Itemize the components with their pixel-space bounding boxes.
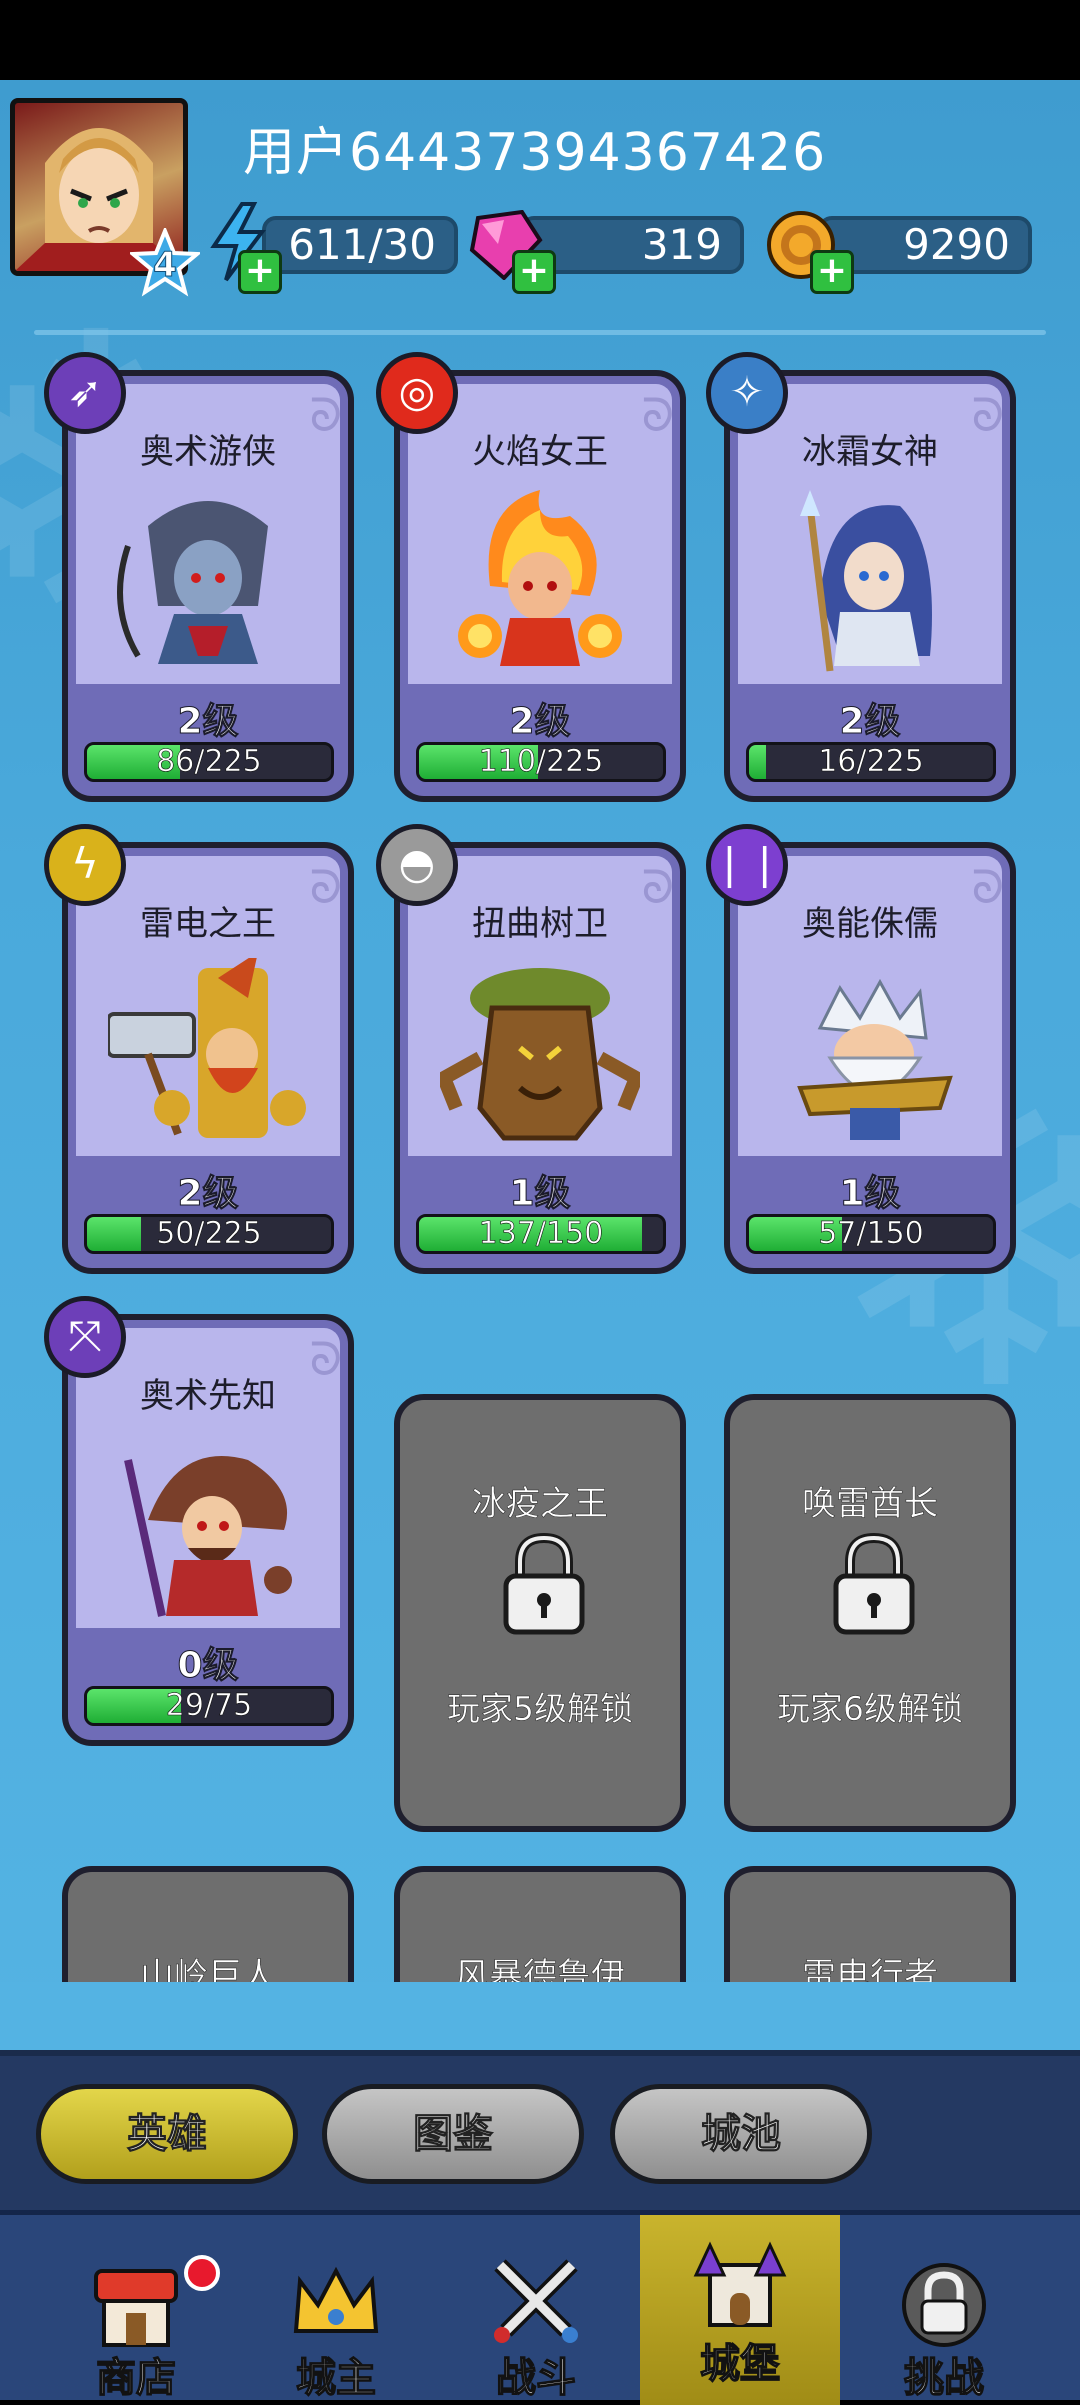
hero-xp-bar: 110/225 — [416, 742, 666, 782]
lock-icon — [503, 1532, 585, 1635]
hero-level: 2级 — [509, 701, 571, 743]
ranger-hero-icon — [117, 501, 268, 664]
locked-hero-name: 唤雷酋长 — [802, 1484, 939, 1525]
locked-challenge-icon — [902, 2263, 986, 2347]
arrow-class-icon: ➶ — [44, 352, 126, 434]
add-gold-button[interactable]: + — [810, 250, 854, 294]
locked-hero-card[interactable]: 冰疫之王 玩家5级解锁 — [394, 1394, 686, 1832]
tab-codex[interactable]: 图鉴 — [322, 2084, 584, 2184]
nav-shop-label: 商店 — [95, 2354, 176, 2401]
add-gem-button[interactable]: + — [512, 250, 556, 294]
unlock-requirement: 玩家6级解锁 — [777, 1689, 964, 1729]
player-level-badge: 4 — [127, 225, 203, 298]
hero-card[interactable]: ᘐ 奥术游侠 2级 86/225 — [62, 370, 354, 802]
hero-xp-bar: 16/225 — [746, 742, 996, 782]
hero-xp-bar: 50/225 — [84, 1214, 334, 1254]
crown-icon — [293, 2266, 379, 2333]
lightning-class-icon: ϟ — [44, 824, 126, 906]
hero-name: 扭曲树卫 — [472, 904, 608, 944]
username: 用户64437394367426 — [243, 123, 827, 183]
hero-xp-bar: 29/75 — [84, 1686, 334, 1726]
nav-battle-label: 战斗 — [495, 2354, 576, 2401]
hero-name: 冰霜女神 — [802, 432, 938, 472]
shop-icon — [94, 2269, 178, 2347]
hero-xp-text: 137/150 — [478, 1216, 604, 1251]
castle-icon — [693, 2241, 787, 2327]
nav-lord[interactable]: 城主 — [236, 2215, 436, 2405]
hero-xp-text: 86/225 — [156, 744, 262, 779]
thunder-king-hero-icon — [108, 958, 306, 1138]
gnome-hero-icon — [797, 978, 953, 1140]
bottom-nav: 商店 城主 战斗 城堡 挑战 — [0, 2210, 1080, 2405]
hero-xp-text: 16/225 — [818, 744, 924, 779]
nav-battle[interactable]: 战斗 — [436, 2215, 636, 2405]
fire-queen-hero-icon — [458, 490, 622, 666]
notification-dot — [184, 2255, 220, 2291]
hero-xp-bar: 86/225 — [84, 742, 334, 782]
nav-castle[interactable]: 城堡 — [640, 2215, 840, 2405]
seer-hero-icon — [124, 1456, 292, 1617]
nav-challenge[interactable]: 挑战 — [844, 2215, 1044, 2405]
hero-xp-text: 50/225 — [156, 1216, 262, 1251]
locked-hero-card[interactable]: 唤雷酋长 玩家6级解锁 — [724, 1394, 1016, 1832]
hero-level: 2级 — [177, 701, 239, 743]
unlock-requirement: 玩家5级解锁 — [447, 1689, 634, 1729]
hero-xp-text: 57/150 — [818, 1216, 924, 1251]
hero-xp-text: 29/75 — [165, 1688, 253, 1723]
hero-level: 2级 — [177, 1173, 239, 1215]
hero-card[interactable]: ᘐ 奥术先知 0级 29/75 — [62, 1314, 354, 1746]
list-bottom-fade — [0, 1982, 1080, 2050]
hero-level: 1级 — [509, 1173, 571, 1215]
nav-lord-label: 城主 — [295, 2354, 376, 2401]
lock-icon — [833, 1532, 915, 1635]
nav-challenge-label: 挑战 — [903, 2354, 984, 2401]
hero-name: 雷电之王 — [140, 904, 276, 944]
crossed-swords-icon — [494, 2259, 578, 2343]
hero-card[interactable]: ᘐ 火焰女王 2级 110/225 — [394, 370, 686, 802]
player-level: 4 — [153, 245, 178, 286]
hero-name: 奥术游侠 — [140, 432, 276, 472]
hero-card[interactable]: ᘐ 扭曲树卫 1级 137/150 — [394, 842, 686, 1274]
hero-name: 火焰女王 — [472, 432, 608, 472]
hero-level: 1级 — [839, 1173, 901, 1215]
treant-hero-icon — [440, 968, 640, 1141]
tab-city[interactable]: 城池 — [610, 2084, 872, 2184]
hero-level: 2级 — [839, 701, 901, 743]
nav-castle-label: 城堡 — [699, 2340, 780, 2387]
castle-screen: ❄ ❄ 4 用户64437394367426 611/30 + 319 + 92… — [0, 80, 1080, 2050]
hero-xp-text: 110/225 — [478, 744, 604, 779]
hero-card[interactable]: ᘐ 冰霜女神 2级 16/225 — [724, 370, 1016, 802]
nav-shop[interactable]: 商店 — [36, 2215, 236, 2405]
hero-name: 奥术先知 — [140, 1376, 276, 1416]
hero-name: 奥能侏儒 — [802, 904, 938, 944]
arcane-class-icon: ❘❘ — [706, 824, 788, 906]
hero-xp-bar: 57/150 — [746, 1214, 996, 1254]
hero-level: 0级 — [177, 1645, 239, 1687]
header-divider — [34, 330, 1046, 335]
locked-hero-name: 冰疫之王 — [472, 1484, 609, 1525]
hero-card[interactable]: ᘐ 雷电之王 2级 50/225 — [62, 842, 354, 1274]
sub-tab-bar: 英雄 图鉴 城池 — [0, 2050, 1080, 2210]
hero-xp-bar: 137/150 — [416, 1214, 666, 1254]
hero-card[interactable]: ᘐ 奥能侏儒 1级 57/150 — [724, 842, 1016, 1274]
ice-crystal-class-icon: ✧ — [706, 352, 788, 434]
fire-class-icon: ◎ — [376, 352, 458, 434]
status-bar — [0, 0, 1080, 80]
shield-class-icon: ◓ — [376, 824, 458, 906]
frost-goddess-hero-icon — [800, 490, 932, 672]
add-energy-button[interactable]: + — [238, 250, 282, 294]
bow-class-icon: ⤧ — [44, 1296, 126, 1378]
tab-heroes[interactable]: 英雄 — [36, 2084, 298, 2184]
energy-counter: 611/30 — [262, 216, 458, 274]
